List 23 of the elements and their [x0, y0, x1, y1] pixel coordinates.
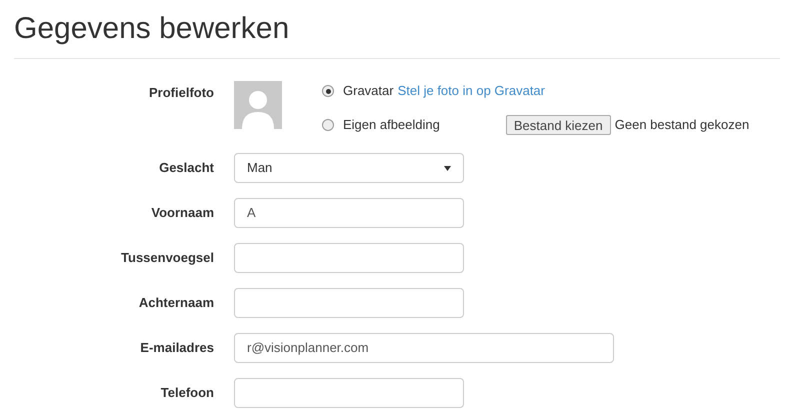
field-label: Tussenvoegsel: [121, 250, 214, 266]
text-input-field[interactable]: [234, 288, 464, 318]
text-input-field[interactable]: A: [234, 198, 464, 228]
avatar-placeholder-icon: [234, 81, 282, 129]
radio-button[interactable]: [322, 85, 334, 97]
field-label: E-mailadres: [140, 340, 214, 356]
text-input-field[interactable]: r@visionplanner.com: [234, 333, 614, 363]
field-label: Telefoon: [160, 385, 214, 400]
choose-file-button[interactable]: Bestand kiezen: [506, 115, 611, 135]
field-label: Voornaam: [151, 205, 214, 220]
file-status: Geen bestand gekozen: [614, 116, 750, 134]
radio-button[interactable]: [322, 119, 334, 131]
text-input-field[interactable]: [234, 378, 464, 408]
text-input-field[interactable]: [234, 243, 464, 273]
field-label: Geslacht: [159, 160, 214, 176]
gravatar-link[interactable]: Stel je foto in op Gravatar: [398, 81, 545, 101]
gender-select[interactable]: Man: [234, 153, 464, 183]
page-title: Gegevens bewerken: [14, 11, 290, 47]
dropdown-arrow-icon: [444, 166, 451, 170]
field-label: Achternaam: [138, 295, 214, 310]
radio-label: Eigen afbeelding: [343, 116, 440, 134]
radio-label: Gravatar: [343, 82, 394, 100]
field-label: Profielfoto: [149, 85, 214, 100]
